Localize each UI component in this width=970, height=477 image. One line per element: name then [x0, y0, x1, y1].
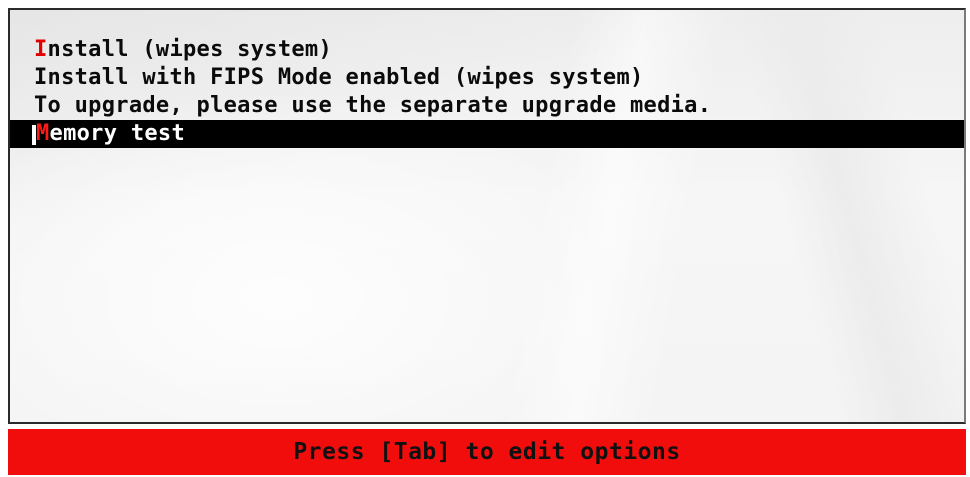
menu-item-hotkey: M: [36, 121, 50, 146]
menu-item-label: emory test: [49, 121, 185, 146]
text-cursor: [32, 125, 36, 145]
menu-item-upgrade-note: To upgrade, please use the separate upgr…: [10, 92, 964, 120]
help-footer-bar: Press [Tab] to edit options: [8, 429, 966, 475]
menu-item-install[interactable]: Install (wipes system): [10, 36, 964, 64]
menu-item-hotkey: I: [34, 37, 48, 62]
menu-item-label: To upgrade, please use the separate upgr…: [34, 93, 712, 118]
boot-menu-screen: Install (wipes system) Install with FIPS…: [0, 0, 970, 477]
boot-menu-panel: Install (wipes system) Install with FIPS…: [8, 8, 966, 424]
menu-item-label: nstall (wipes system): [47, 37, 332, 62]
boot-menu-list: Install (wipes system) Install with FIPS…: [10, 36, 964, 148]
menu-item-hotkey: I: [34, 65, 48, 90]
menu-item-label: nstall with FIPS Mode enabled (wipes sys…: [47, 65, 644, 90]
menu-item-install-fips[interactable]: Install with FIPS Mode enabled (wipes sy…: [10, 64, 964, 92]
menu-item-memory-test[interactable]: Memory test: [10, 120, 964, 148]
footer-hint: Press [Tab] to edit options: [293, 439, 681, 465]
